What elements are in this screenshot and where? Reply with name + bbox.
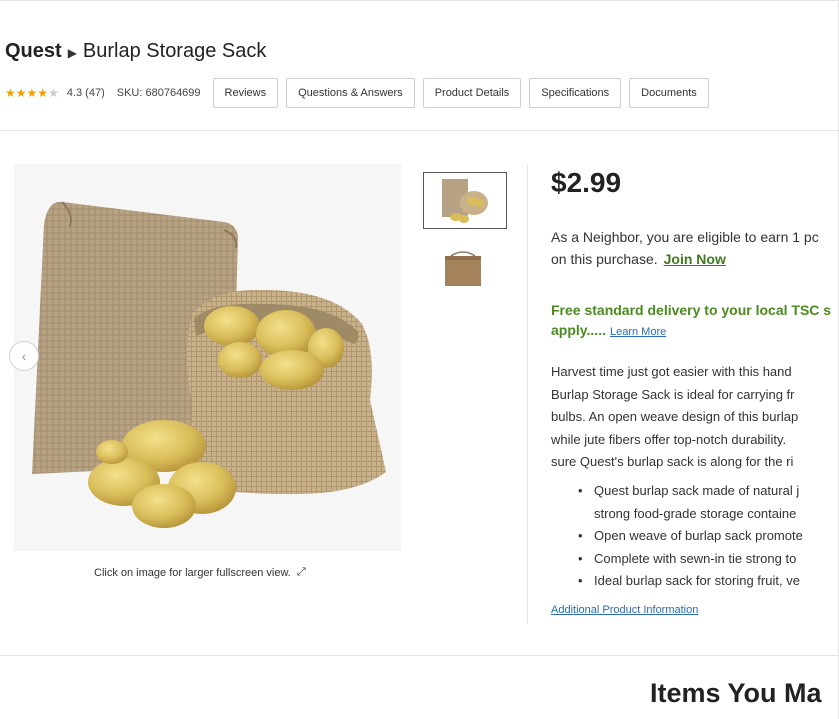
section-divider bbox=[0, 130, 839, 131]
gallery-prev-button[interactable]: ‹ bbox=[9, 341, 39, 371]
thumbnail-bag-image bbox=[445, 251, 481, 286]
feature-bullet: • Complete with sewn-in tie strong to bbox=[578, 548, 839, 571]
chevron-left-icon: ‹ bbox=[21, 348, 27, 364]
bullet-dot-icon: • bbox=[578, 550, 583, 566]
feature-bullet-list: • Quest burlap sack made of natural j str… bbox=[578, 480, 839, 593]
join-now-link[interactable]: Join Now bbox=[664, 251, 726, 267]
delivery-line-1: Free standard delivery to your local TSC… bbox=[551, 302, 832, 318]
bullet-text: Quest burlap sack made of natural j bbox=[594, 483, 800, 498]
star-icon: ★ bbox=[26, 86, 38, 100]
feature-bullet: • Open weave of burlap sack promote bbox=[578, 525, 839, 548]
star-icon: ★ bbox=[5, 86, 16, 100]
delivery-notice: Free standard delivery to your local TSC… bbox=[551, 300, 839, 342]
neighbor-rewards-text: As a Neighbor, you are eligible to earn … bbox=[551, 226, 839, 270]
bullet-dot-icon: • bbox=[578, 483, 583, 498]
bullet-text: strong food-grade storage containe bbox=[594, 505, 797, 521]
description-line: sure Quest's burlap sack is along for th… bbox=[551, 454, 794, 469]
feature-bullet: • Quest burlap sack made of natural j bbox=[578, 480, 839, 503]
related-items-heading: Items You Ma bbox=[650, 678, 822, 708]
tab-questions-answers[interactable]: Questions & Answers bbox=[286, 78, 415, 108]
product-meta-row: ★★★★★ 4.3 (47) SKU: 680764699 Reviews Qu… bbox=[5, 78, 709, 108]
top-border bbox=[0, 0, 839, 1]
product-price: $2.99 bbox=[551, 167, 622, 198]
section-divider bbox=[0, 655, 839, 656]
description-line: Burlap Storage Sack is ideal for carryin… bbox=[551, 386, 795, 402]
delivery-line-2: apply..... Learn More bbox=[551, 320, 839, 342]
description-line: while jute fibers offer top-notch durabi… bbox=[551, 431, 787, 447]
column-divider bbox=[527, 164, 528, 624]
learn-more-link[interactable]: Learn More bbox=[610, 326, 666, 338]
tab-specifications[interactable]: Specifications bbox=[529, 78, 622, 108]
neighbor-line-1: As a Neighbor, you are eligible to earn … bbox=[551, 229, 819, 245]
star-icon: ★ bbox=[37, 86, 49, 100]
brand-link[interactable]: Quest bbox=[5, 40, 62, 63]
product-description: Harvest time just got easier with this h… bbox=[551, 361, 839, 474]
expand-icon: ⤢ bbox=[296, 566, 306, 578]
caret-right-icon: ▶ bbox=[67, 45, 77, 60]
thumbnail-sack-image bbox=[442, 179, 488, 223]
image-caption[interactable]: Click on image for larger fullscreen vie… bbox=[94, 566, 306, 579]
burlap-sack-illustration bbox=[32, 201, 386, 528]
bullet-text: Open weave of burlap sack promote bbox=[594, 528, 803, 543]
tab-reviews[interactable]: Reviews bbox=[212, 78, 279, 108]
bullet-dot-icon: • bbox=[578, 573, 583, 588]
caption-text: Click on image for larger fullscreen vie… bbox=[94, 566, 291, 579]
feature-bullet-continuation: strong food-grade storage containe bbox=[578, 503, 839, 526]
feature-bullet: • Ideal burlap sack for storing fruit, ve bbox=[578, 570, 839, 593]
bullet-text: Complete with sewn-in tie strong to bbox=[594, 550, 797, 566]
product-name: Burlap Storage Sack bbox=[82, 40, 267, 62]
description-line: bulbs. An open weave design of this burl… bbox=[551, 409, 799, 424]
delivery-line-2-text: apply..... bbox=[551, 322, 606, 338]
tab-product-details[interactable]: Product Details bbox=[422, 78, 522, 108]
sku-label: SKU: 680764699 bbox=[116, 87, 201, 99]
main-product-image[interactable] bbox=[14, 164, 401, 551]
additional-info-link[interactable]: Additional Product Information bbox=[551, 604, 698, 616]
bullet-text: Ideal burlap sack for storing fruit, ve bbox=[594, 573, 800, 588]
star-icon: ★ bbox=[15, 86, 27, 100]
thumbnail-2[interactable] bbox=[437, 248, 489, 288]
neighbor-line-2-text: on this purchase. bbox=[551, 251, 658, 267]
star-rating[interactable]: ★★★★★ bbox=[5, 86, 59, 100]
bullet-dot-icon: • bbox=[578, 528, 583, 543]
description-line: Harvest time just got easier with this h… bbox=[551, 364, 792, 379]
tab-documents[interactable]: Documents bbox=[629, 78, 709, 108]
thumbnail-1[interactable] bbox=[423, 172, 507, 229]
page-title: Quest ▶ Burlap Storage Sack bbox=[5, 40, 266, 63]
star-empty-icon: ★ bbox=[48, 86, 59, 100]
rating-count[interactable]: 4.3 (47) bbox=[67, 87, 105, 99]
neighbor-line-2: on this purchase. Join Now bbox=[551, 248, 839, 270]
